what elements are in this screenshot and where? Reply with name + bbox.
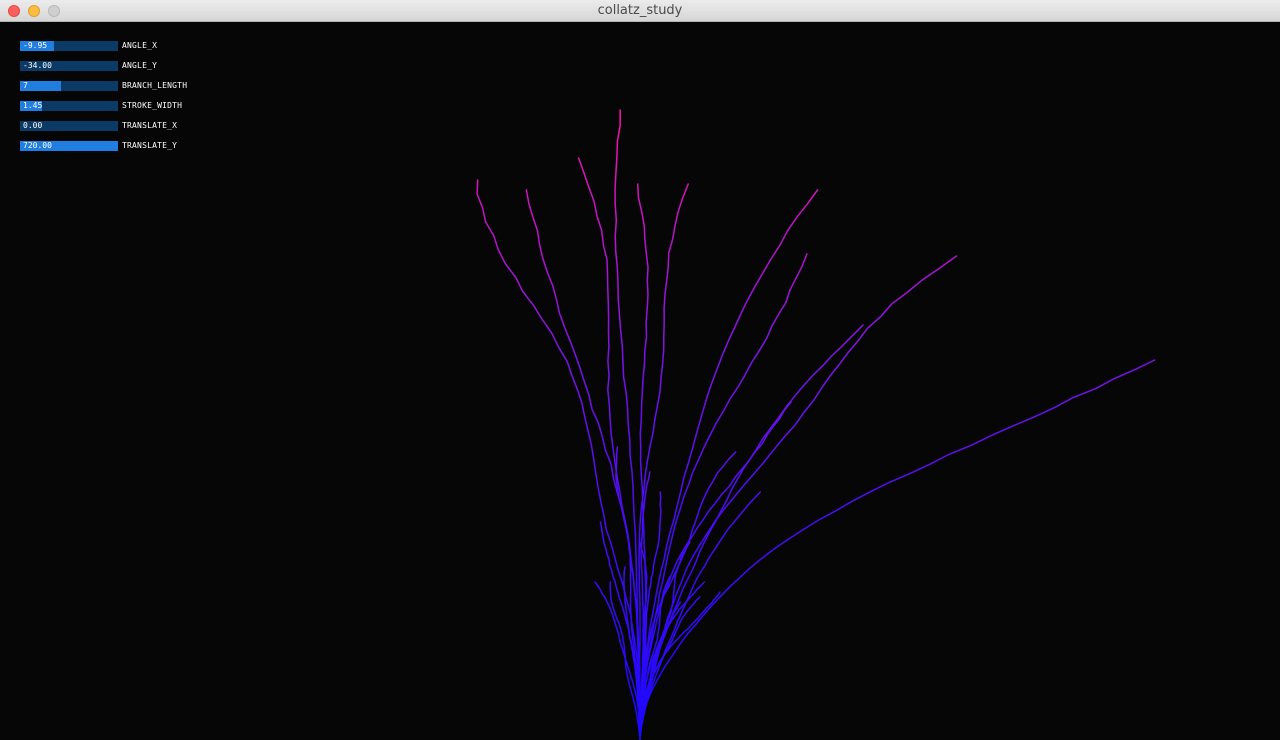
window-titlebar: collatz_study (0, 0, 1280, 22)
sketch-canvas[interactable] (0, 22, 1280, 740)
slider-track[interactable]: 720.00 (20, 141, 118, 151)
tree-branch (639, 255, 958, 739)
tree-branch (525, 189, 641, 739)
tree-branch (639, 189, 819, 739)
slider-track[interactable]: 1.45 (20, 101, 118, 111)
window-title: collatz_study (597, 3, 683, 18)
slider-track[interactable]: -34.00 (20, 61, 118, 71)
collatz-tree (476, 109, 1156, 740)
slider-value: 0.00 (23, 121, 43, 130)
slider-label: BRANCH_LENGTH (122, 81, 188, 90)
slider-value: 720.00 (23, 141, 52, 150)
slider-label: TRANSLATE_X (122, 121, 178, 130)
slider-track[interactable]: 7 (20, 81, 118, 91)
slider-value: 7 (23, 81, 28, 90)
tree-branch (639, 401, 792, 739)
slider-label: TRANSLATE_Y (122, 141, 178, 150)
tree-branch (614, 109, 641, 739)
slider-value: -34.00 (23, 61, 52, 70)
tree-branch (639, 359, 1156, 739)
slider-value: -9.95 (23, 41, 48, 50)
tree-branch (577, 157, 641, 739)
slider-label: ANGLE_X (122, 41, 158, 50)
tree-branch (476, 179, 641, 739)
slider-track[interactable]: -9.95 (20, 41, 118, 51)
slider-label: ANGLE_Y (122, 61, 158, 70)
slider-track[interactable]: 0.00 (20, 121, 118, 131)
slider-label: STROKE_WIDTH (122, 101, 183, 110)
slider-value: 1.45 (23, 101, 43, 110)
